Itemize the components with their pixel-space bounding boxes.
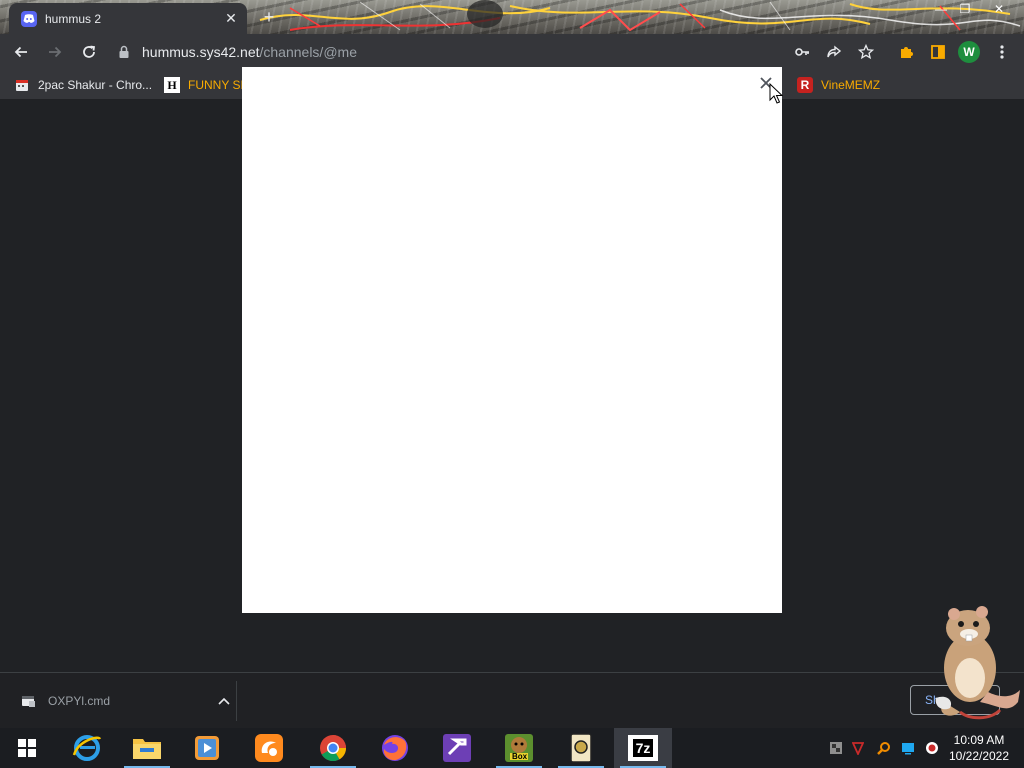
bookmark-label: FUNNY SN bbox=[188, 78, 250, 92]
taskbar-firefox[interactable] bbox=[366, 728, 424, 768]
firefox-icon bbox=[382, 735, 408, 761]
tray-record-icon[interactable] bbox=[924, 740, 940, 756]
uc-browser-icon bbox=[255, 734, 283, 762]
media-player-icon bbox=[195, 736, 219, 760]
hamster-buddy-image bbox=[935, 606, 1020, 720]
share-icon[interactable] bbox=[822, 40, 846, 64]
graffiti-wallpaper bbox=[259, 0, 1021, 32]
tray-shield-icon[interactable] bbox=[850, 740, 866, 756]
discord-icon bbox=[21, 10, 37, 27]
tab-title: hummus 2 bbox=[45, 11, 102, 26]
h-letter-icon: H bbox=[164, 77, 180, 93]
taskbar-file-explorer[interactable] bbox=[118, 728, 176, 768]
bookmark-star-icon[interactable] bbox=[854, 40, 878, 64]
side-panel-icon[interactable] bbox=[926, 40, 950, 64]
minimize-button[interactable]: — bbox=[928, 0, 954, 18]
bookmark-2pac[interactable]: 2pac Shakur - Chro... bbox=[14, 76, 152, 94]
cmd-file-icon bbox=[22, 696, 35, 707]
kebab-menu-icon[interactable] bbox=[990, 40, 1014, 64]
arrow-left-icon bbox=[14, 46, 27, 58]
extensions-puzzle-icon[interactable] bbox=[894, 40, 918, 64]
blank-modal[interactable] bbox=[242, 67, 782, 613]
taskbar-chrome[interactable] bbox=[304, 728, 362, 768]
tray-display-icon[interactable] bbox=[900, 740, 916, 756]
start-button[interactable] bbox=[0, 728, 54, 768]
7-zip-label: 7z bbox=[632, 739, 654, 757]
password-key-icon[interactable] bbox=[790, 40, 814, 64]
tray-search-icon[interactable] bbox=[876, 740, 892, 756]
bookmark-label: 2pac Shakur - Chro... bbox=[38, 78, 153, 92]
windows-taskbar: Box 7z 10:09 AM 10/22/2022 bbox=[0, 728, 1024, 768]
reload-button[interactable] bbox=[74, 37, 104, 67]
profile-avatar[interactable]: W bbox=[958, 41, 980, 63]
chrome-icon bbox=[320, 735, 347, 762]
taskbar-7-zip[interactable]: 7z bbox=[614, 728, 672, 768]
7-zip-icon: 7z bbox=[628, 735, 658, 761]
window-close-button[interactable]: ✕ bbox=[986, 0, 1012, 18]
taskbar-app[interactable] bbox=[552, 728, 610, 768]
url-path: /channels/@me bbox=[259, 44, 357, 60]
r-letter-icon: R bbox=[797, 77, 813, 93]
back-button[interactable] bbox=[6, 37, 36, 67]
system-clock[interactable]: 10:09 AM 10/22/2022 bbox=[944, 732, 1014, 764]
lock-icon bbox=[118, 45, 132, 59]
maximize-button[interactable]: ❐ bbox=[952, 0, 978, 18]
new-tab-button[interactable]: + bbox=[260, 8, 278, 26]
url-host: hummus.sys42.net bbox=[142, 44, 260, 60]
browser-tab[interactable]: hummus 2 ✕ bbox=[9, 3, 247, 34]
address-bar[interactable]: hummus.sys42.net /channels/@me bbox=[112, 37, 882, 67]
browser-toolbar: hummus.sys42.net /channels/@me W bbox=[0, 34, 1024, 70]
taskbar-internet-explorer[interactable] bbox=[58, 728, 116, 768]
clock-time: 10:09 AM bbox=[953, 733, 1005, 747]
bookmark-funny[interactable]: H FUNNY SN bbox=[164, 76, 249, 94]
mouse-cursor-icon bbox=[769, 83, 783, 104]
taskbar-uc-browser[interactable] bbox=[240, 728, 298, 768]
clock-date: 10/22/2022 bbox=[948, 749, 1010, 763]
folder-icon bbox=[133, 739, 161, 759]
taskbar-media-player[interactable] bbox=[178, 728, 236, 768]
taskbar-visual-studio[interactable] bbox=[428, 728, 486, 768]
app-icon bbox=[570, 733, 592, 763]
download-filename: OXPYl.cmd bbox=[48, 694, 111, 708]
forward-button[interactable] bbox=[40, 37, 70, 67]
visual-studio-icon bbox=[443, 734, 471, 762]
shelf-divider bbox=[236, 681, 237, 721]
tab-close-button[interactable]: ✕ bbox=[223, 10, 239, 27]
download-shelf: OXPYl.cmd Sh bbox=[0, 672, 1024, 728]
calendar-icon bbox=[14, 77, 30, 93]
reload-icon bbox=[83, 45, 96, 58]
internet-explorer-icon bbox=[72, 735, 102, 761]
chevron-up-icon[interactable] bbox=[212, 689, 236, 713]
bonzi-label: Box bbox=[512, 752, 528, 761]
windows-logo-icon bbox=[18, 739, 36, 757]
tray-network-icon[interactable] bbox=[828, 740, 844, 756]
bookmark-vinememz[interactable]: R VineMEMZ bbox=[797, 76, 880, 94]
taskbar-bonzi-buddy[interactable]: Box bbox=[490, 728, 548, 768]
arrow-right-icon bbox=[49, 46, 62, 58]
bookmark-label: VineMEMZ bbox=[821, 78, 881, 92]
download-item[interactable]: OXPYl.cmd bbox=[12, 683, 236, 719]
title-bar: hummus 2 ✕ + — ❐ ✕ bbox=[0, 0, 1024, 34]
